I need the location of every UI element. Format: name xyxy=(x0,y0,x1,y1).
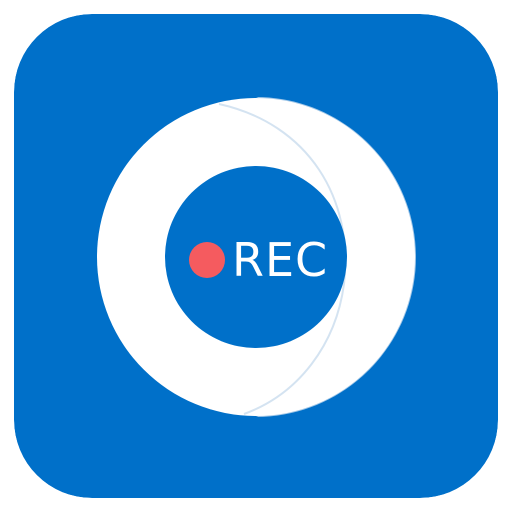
icon-canvas: REC xyxy=(0,0,512,512)
inner-disc xyxy=(165,166,347,348)
app-icon[interactable]: REC xyxy=(14,14,498,498)
app-icon-graphic xyxy=(14,14,498,498)
